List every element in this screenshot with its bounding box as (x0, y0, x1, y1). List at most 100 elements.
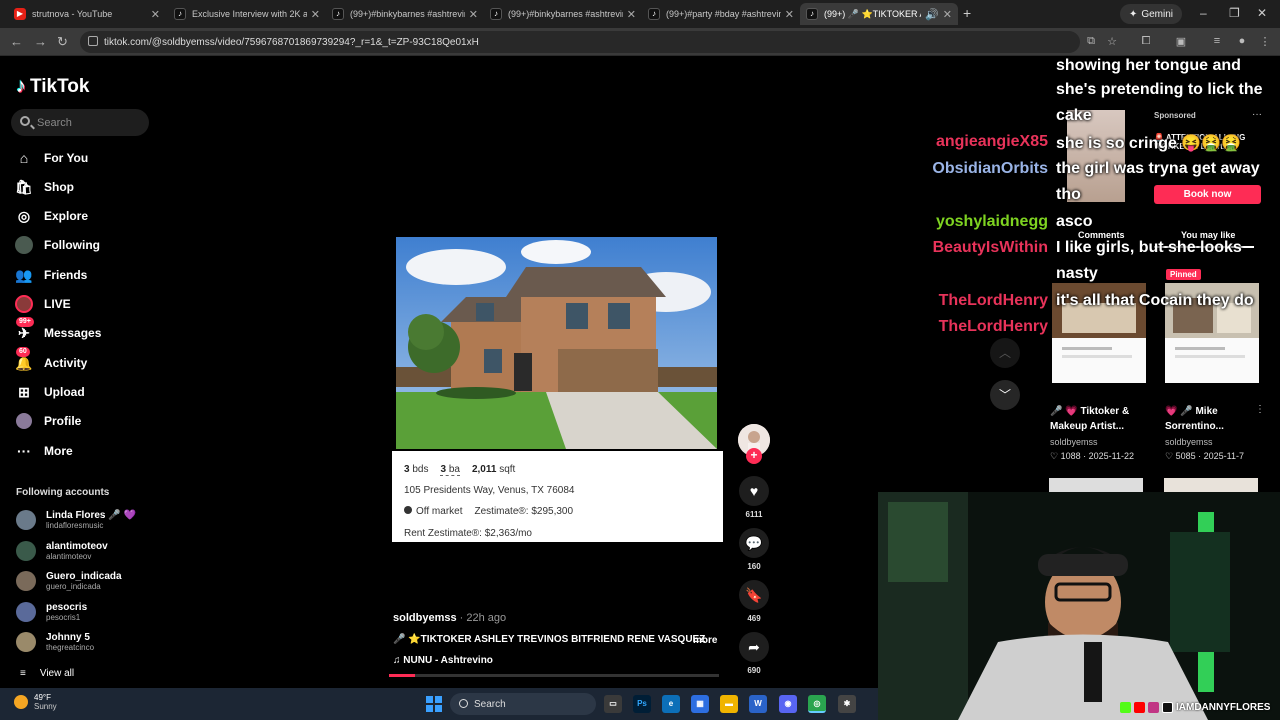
reload-icon[interactable]: ↻ (57, 34, 68, 50)
browser-tab[interactable]: ▶ strutnova - YouTube ✕ (8, 3, 166, 25)
forward-icon[interactable]: → (34, 34, 47, 49)
chrome-icon[interactable]: ◎ (808, 695, 826, 713)
tiktok-logo[interactable]: ♪ TikTok (16, 75, 89, 98)
heart-icon[interactable]: ♥ (739, 476, 769, 506)
nav-live[interactable]: LIVE (14, 293, 71, 315)
nav-label: Profile (44, 414, 82, 428)
search-placeholder: Search (37, 116, 72, 129)
browser-tab[interactable]: ♪ (99+)#binkybarnes #ashtrevin ✕ (484, 3, 642, 25)
nav-upload[interactable]: ⊞ Upload (14, 381, 85, 403)
next-video-button[interactable]: ﹀ (990, 380, 1020, 410)
search-input[interactable]: Search (11, 109, 149, 136)
sqft-unit: sqft (499, 464, 516, 475)
new-tab-button[interactable]: + (963, 5, 971, 21)
nav-explore[interactable]: ◎ Explore (14, 205, 88, 227)
taskbar-search[interactable]: Search (450, 693, 596, 715)
nav-activity[interactable]: 🔔 60 Activity (14, 347, 87, 374)
app-icon[interactable]: ✱ (838, 695, 856, 713)
sidepanel-icon[interactable]: ▣ (1174, 35, 1188, 49)
close-icon[interactable]: ✕ (151, 8, 160, 21)
gemini-button[interactable]: ✦ Gemini (1120, 4, 1182, 24)
following-account[interactable]: Linda Flores 🎤 💜 lindafloresmusic (16, 510, 136, 530)
edge-icon[interactable]: e (662, 695, 680, 713)
rec-date: 2025-11-7 (1203, 451, 1244, 461)
discord-icon[interactable]: ◉ (779, 695, 797, 713)
video-author[interactable]: soldbyemss · 22h ago (393, 612, 506, 624)
share-arrow-icon[interactable]: ➦ (739, 632, 769, 662)
recommended-user[interactable]: soldbyemss (1050, 437, 1098, 447)
recommended-thumbnail[interactable] (1049, 478, 1143, 492)
speaker-icon[interactable]: 🔊 (925, 8, 939, 21)
maximize-button[interactable]: ❐ (1229, 6, 1240, 20)
nav-label: Friends (44, 268, 88, 282)
temperature: 49°F (34, 693, 51, 702)
nav-friends[interactable]: 👥 Friends (14, 264, 87, 286)
music-track[interactable]: ♫ NUNU - Ashtrevino (393, 655, 493, 666)
nav-label: Upload (44, 385, 85, 399)
more-options-icon[interactable]: ⋮ (1255, 404, 1265, 415)
listing-status-row: Off market Zestimate®: $295,300 (404, 506, 573, 517)
previous-video-button[interactable]: ︿ (990, 338, 1020, 368)
word-icon[interactable]: W (749, 695, 767, 713)
back-icon[interactable]: ← (10, 34, 23, 49)
following-account[interactable]: alantimoteov alantimoteov (16, 541, 108, 561)
share-action[interactable]: ➦ 690 (737, 632, 771, 675)
bookmark-star-icon[interactable]: ☆ (1105, 35, 1119, 49)
view-all-link[interactable]: ≡ View all (20, 668, 74, 679)
save-action[interactable]: 🔖 469 (737, 580, 771, 623)
recommended-title[interactable]: 🎤 💗 Tiktoker & Makeup Artist... (1050, 404, 1150, 434)
video-progress-bar[interactable] (389, 674, 719, 677)
store-icon[interactable]: ▦ (691, 695, 709, 713)
close-icon[interactable]: ✕ (311, 8, 320, 21)
close-icon[interactable]: ✕ (785, 8, 794, 21)
recommended-thumbnail[interactable] (1164, 478, 1258, 492)
nav-for-you[interactable]: ⌂ For You (14, 147, 88, 169)
comment-icon[interactable]: 💬 (739, 528, 769, 558)
listing-address: 105 Presidents Way, Venus, TX 76084 (404, 485, 575, 496)
file-explorer-icon[interactable]: ▬ (720, 695, 738, 713)
windows-start-icon[interactable] (426, 696, 442, 712)
following-account[interactable]: pesocris pesocris1 (16, 602, 87, 622)
nav-following[interactable]: Following (14, 234, 100, 256)
task-view-icon[interactable]: ▭ (604, 695, 622, 713)
browser-tab[interactable]: ♪ Exclusive Interview with 2K at T ✕ (168, 3, 326, 25)
profile-avatar-icon[interactable]: ● (1235, 35, 1249, 49)
nav-profile[interactable]: Profile (14, 410, 81, 432)
comment-action[interactable]: 💬 160 (737, 528, 771, 571)
progress-fill (389, 674, 416, 677)
following-account[interactable]: Guero_indicada guero_indicada (16, 571, 122, 591)
nav-messages[interactable]: ✈ 99+ Messages (14, 317, 101, 344)
media-icon[interactable]: ≡ (1210, 35, 1224, 49)
close-window-button[interactable]: ✕ (1257, 6, 1267, 20)
follow-plus-button[interactable]: + (746, 448, 762, 464)
tab-title: Exclusive Interview with 2K at T (192, 9, 307, 19)
rec-date: 2025-11-22 (1088, 451, 1134, 461)
recommended-user[interactable]: soldbyemss (1165, 437, 1213, 447)
browser-tab[interactable]: ♪ (99+)#party #bday #ashtrevino ✕ (642, 3, 800, 25)
cast-icon[interactable]: ⧉ (1084, 35, 1098, 49)
browser-tab-active[interactable]: ♪ (99+) 🎤 ⭐TIKTOKER ASHL 🔊 ✕ (800, 3, 958, 25)
close-icon[interactable]: ✕ (469, 8, 478, 21)
photoshop-icon[interactable]: Ps (633, 695, 651, 713)
ellipsis-icon[interactable]: ··· (1252, 109, 1262, 120)
close-icon[interactable]: ✕ (627, 8, 636, 21)
following-account[interactable]: Johnny 5 thegreatcinco (16, 632, 94, 652)
recommended-title[interactable]: 💗 🎤 Mike Sorrentino... (1165, 404, 1265, 434)
bookmark-icon[interactable]: 🔖 (739, 580, 769, 610)
weather-widget[interactable]: 49°F Sunny (14, 693, 57, 711)
nav-more[interactable]: ··· More (14, 440, 73, 462)
chat-message: it's all that Cocain they do (1056, 292, 1254, 309)
site-info-icon[interactable] (88, 36, 98, 46)
browser-tab[interactable]: ♪ (99+)#binkybarnes #ashtrevin ✕ (326, 3, 484, 25)
minimize-button[interactable]: – (1200, 6, 1207, 20)
caption-more-link[interactable]: more (693, 635, 717, 646)
close-icon[interactable]: ✕ (943, 8, 952, 21)
menu-kebab-icon[interactable]: ⋮ (1258, 35, 1272, 49)
chat-message: she's pretending to lick the (1056, 81, 1263, 98)
like-action[interactable]: ♥ 6111 (737, 476, 771, 519)
book-now-button[interactable]: Book now (1154, 185, 1261, 204)
author-name[interactable]: soldbyemss (393, 612, 457, 624)
url-bar[interactable]: tiktok.com/@soldbyemss/video/75967687018… (80, 31, 1080, 53)
extensions-icon[interactable]: ⧠ (1139, 35, 1153, 49)
nav-shop[interactable]: 🛍 Shop (14, 176, 74, 198)
